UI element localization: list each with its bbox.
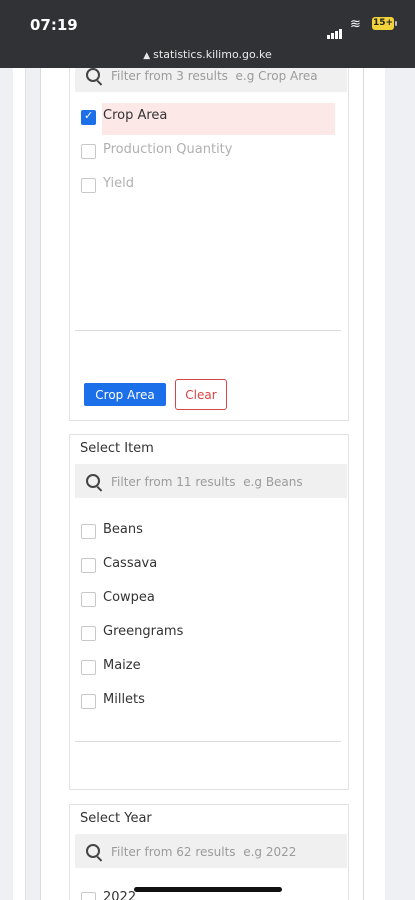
checkbox[interactable] xyxy=(81,592,96,607)
item-filter-panel: Select Item Beans Cassava Cowpea Greengr… xyxy=(69,434,349,790)
page-content: Crop Area Production Quantity Yield Crop… xyxy=(0,68,415,900)
clock: 07:19 xyxy=(30,16,78,34)
option-label: 2022 xyxy=(103,890,137,900)
item-option-cowpea[interactable]: Cowpea xyxy=(81,585,336,613)
measure-filter-panel: Crop Area Production Quantity Yield xyxy=(69,68,349,421)
search-icon xyxy=(86,844,100,858)
checkbox[interactable] xyxy=(81,694,96,709)
divider xyxy=(75,330,341,331)
checkbox[interactable] xyxy=(81,178,96,193)
clear-button[interactable]: Clear xyxy=(175,379,227,410)
item-option-greengrams[interactable]: Greengrams xyxy=(81,619,336,647)
signal-icon xyxy=(327,20,343,39)
option-label: Greengrams xyxy=(103,624,184,639)
home-indicator[interactable] xyxy=(134,887,282,892)
battery-icon: 15+ xyxy=(372,17,397,30)
option-label: Cassava xyxy=(103,556,158,571)
item-option-beans[interactable]: Beans xyxy=(81,517,336,545)
search-icon xyxy=(86,68,100,82)
panel-title: Select Item xyxy=(80,441,154,456)
item-search xyxy=(75,464,347,500)
search-icon xyxy=(86,474,100,488)
address-bar[interactable]: ▲ statistics.kilimo.go.ke xyxy=(0,48,415,61)
checkbox[interactable] xyxy=(81,626,96,641)
right-rail xyxy=(362,68,385,900)
checkbox[interactable] xyxy=(81,144,96,159)
lock-icon: ▲ xyxy=(143,51,151,61)
measure-search xyxy=(75,68,347,94)
measure-option-yield[interactable]: Yield xyxy=(81,171,336,199)
divider xyxy=(75,741,341,742)
checkbox[interactable] xyxy=(81,660,96,675)
wifi-icon: ≋ xyxy=(350,17,361,32)
url-text: statistics.kilimo.go.ke xyxy=(153,48,272,61)
year-search-input[interactable] xyxy=(109,834,343,870)
item-option-cassava[interactable]: Cassava xyxy=(81,551,336,579)
year-filter-panel: Select Year 2022 xyxy=(69,804,349,900)
option-label: Crop Area xyxy=(103,108,168,123)
selected-measure-button[interactable]: Crop Area xyxy=(84,383,166,406)
filter-column: Crop Area Production Quantity Yield Crop… xyxy=(40,68,364,900)
option-label: Maize xyxy=(103,658,141,673)
item-option-millets[interactable]: Millets xyxy=(81,687,336,715)
status-bar: 07:19 ≋ 15+ ▲ statistics.kilimo.go.ke xyxy=(0,0,415,68)
checkbox[interactable] xyxy=(81,524,96,539)
measure-option-crop-area[interactable]: Crop Area xyxy=(81,103,336,135)
item-option-maize[interactable]: Maize xyxy=(81,653,336,681)
checkbox[interactable] xyxy=(81,892,96,900)
item-search-input[interactable] xyxy=(109,464,343,500)
measure-search-input[interactable] xyxy=(109,68,343,94)
year-search xyxy=(75,834,347,870)
checkbox-checked[interactable] xyxy=(81,109,96,125)
checkbox[interactable] xyxy=(81,558,96,573)
option-label: Beans xyxy=(103,522,143,537)
option-label: Yield xyxy=(103,176,134,191)
measure-option-production-quantity[interactable]: Production Quantity xyxy=(81,137,336,165)
left-rail xyxy=(13,68,26,900)
option-label: Production Quantity xyxy=(103,142,233,157)
option-label: Millets xyxy=(103,692,145,707)
option-label: Cowpea xyxy=(103,590,155,605)
panel-title: Select Year xyxy=(80,811,152,826)
